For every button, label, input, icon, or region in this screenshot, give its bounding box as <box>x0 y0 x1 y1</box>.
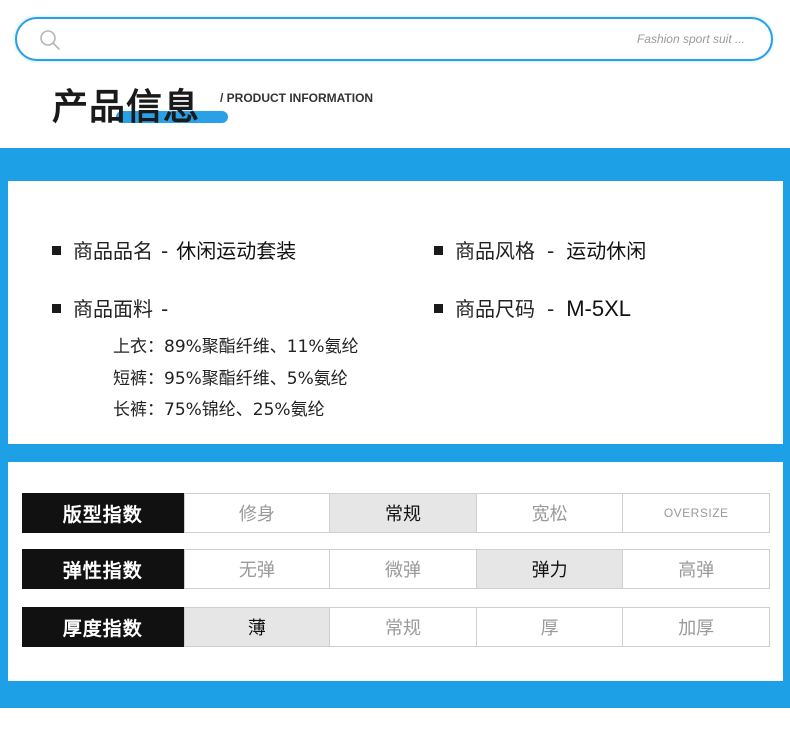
index-option-selected: 常规 <box>330 493 477 533</box>
bullet-icon <box>52 246 61 255</box>
bullet-icon <box>52 304 61 313</box>
index-option: 无弹 <box>183 549 331 589</box>
info-sep: - <box>161 297 169 321</box>
info-item-fabric: 商品面料 - <box>52 293 176 322</box>
search-bar[interactable]: Fashion sport suit ... <box>15 17 773 61</box>
index-option-selected: 薄 <box>183 607 331 647</box>
index-option: 常规 <box>330 607 477 647</box>
index-option: 宽松 <box>476 493 624 533</box>
info-value: M-5XL <box>566 296 632 321</box>
index-option: OVERSIZE <box>623 493 770 533</box>
index-row-thickness: 厚度指数 薄 常规 厚 加厚 <box>22 607 770 647</box>
index-option: 高弹 <box>623 549 770 589</box>
bullet-icon <box>434 246 443 255</box>
product-info-panel: 商品品名 - 休闲运动套装 商品风格 - 运动休闲 商品面料 - 商品尺码 - M-5XL 上… <box>8 181 783 444</box>
index-label: 弹性指数 <box>22 549 184 589</box>
index-option: 厚 <box>476 607 624 647</box>
fabric-line: 短裤：95%聚酯纤维、5%氨纶 <box>113 369 348 389</box>
info-sep: - <box>547 239 555 263</box>
index-row-fit: 版型指数 修身 常规 宽松 OVERSIZE <box>22 493 770 533</box>
info-value: 运动休闲 <box>566 239 647 263</box>
info-item-style: 商品风格 - 运动休闲 <box>434 235 646 264</box>
search-icon <box>40 30 60 50</box>
index-option-selected: 弹力 <box>476 549 624 589</box>
index-option: 微弹 <box>330 549 477 589</box>
index-row-elasticity: 弹性指数 无弹 微弹 弹力 高弹 <box>22 549 770 589</box>
fabric-line: 长裤：75%锦纶、25%氨纶 <box>113 400 325 420</box>
info-value: 休闲运动套装 <box>176 239 297 263</box>
info-label: 商品风格 <box>455 239 535 263</box>
info-item-size: 商品尺码 - M-5XL <box>434 293 631 322</box>
index-option: 加厚 <box>623 607 770 647</box>
section-subtitle: / PRODUCT INFORMATION <box>220 91 374 105</box>
index-label: 版型指数 <box>22 493 184 533</box>
info-label: 商品品名 <box>73 239 153 263</box>
info-sep: - <box>547 297 555 321</box>
info-label: 商品尺码 <box>455 297 535 321</box>
info-label: 商品面料 <box>73 297 153 321</box>
bullet-icon <box>434 304 443 313</box>
fabric-line: 上衣：89%聚酯纤维、11%氨纶 <box>113 337 359 357</box>
index-label: 厚度指数 <box>22 607 184 647</box>
section-title: 产品信息 <box>52 87 201 128</box>
index-option: 修身 <box>183 493 331 533</box>
info-sep: - <box>161 239 169 263</box>
search-placeholder: Fashion sport suit ... <box>636 32 745 46</box>
info-item-name: 商品品名 - 休闲运动套装 <box>52 235 296 264</box>
